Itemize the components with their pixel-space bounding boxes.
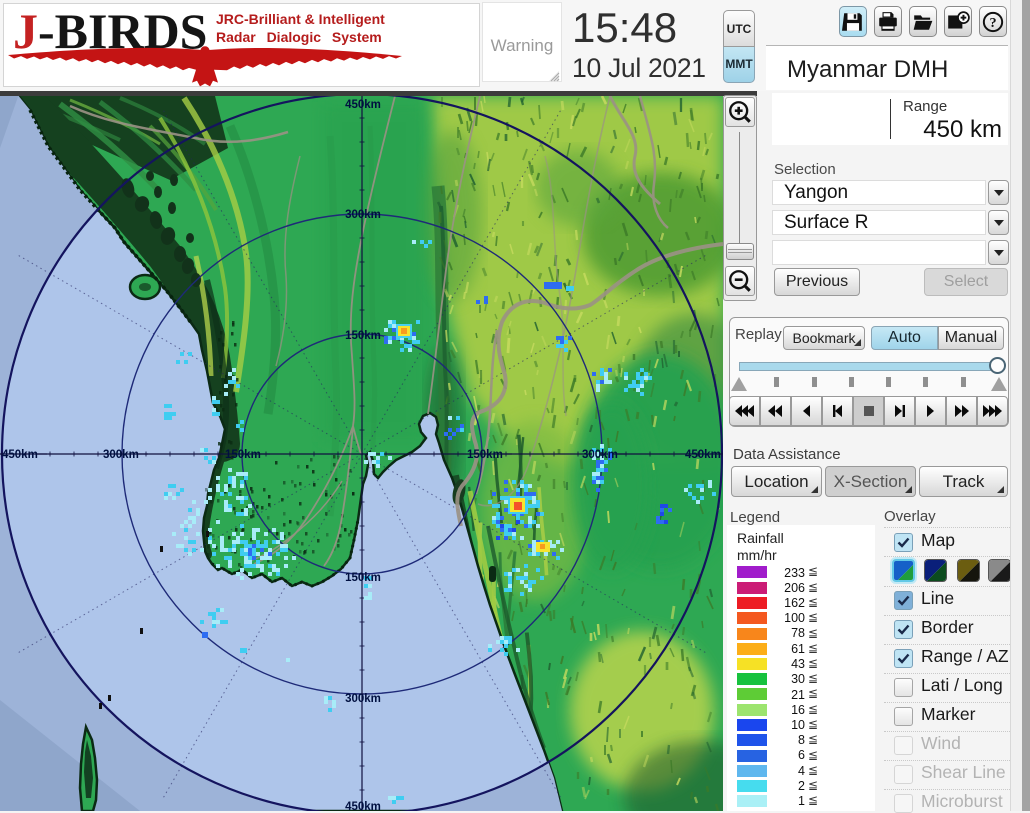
svg-text:450km: 450km [345,99,381,111]
svg-text:450km: 450km [685,449,721,461]
svg-text:150km: 150km [225,449,261,461]
svg-text:150km: 150km [345,330,381,342]
svg-text:300km: 300km [345,693,381,705]
svg-text:450km: 450km [2,449,38,461]
svg-text:300km: 300km [345,209,381,221]
svg-text:300km: 300km [103,449,139,461]
svg-text:450km: 450km [345,801,381,811]
svg-text:150km: 150km [345,572,381,584]
svg-text:300km: 300km [582,449,618,461]
svg-text:150km: 150km [467,449,503,461]
svg-text:?: ? [989,15,996,31]
